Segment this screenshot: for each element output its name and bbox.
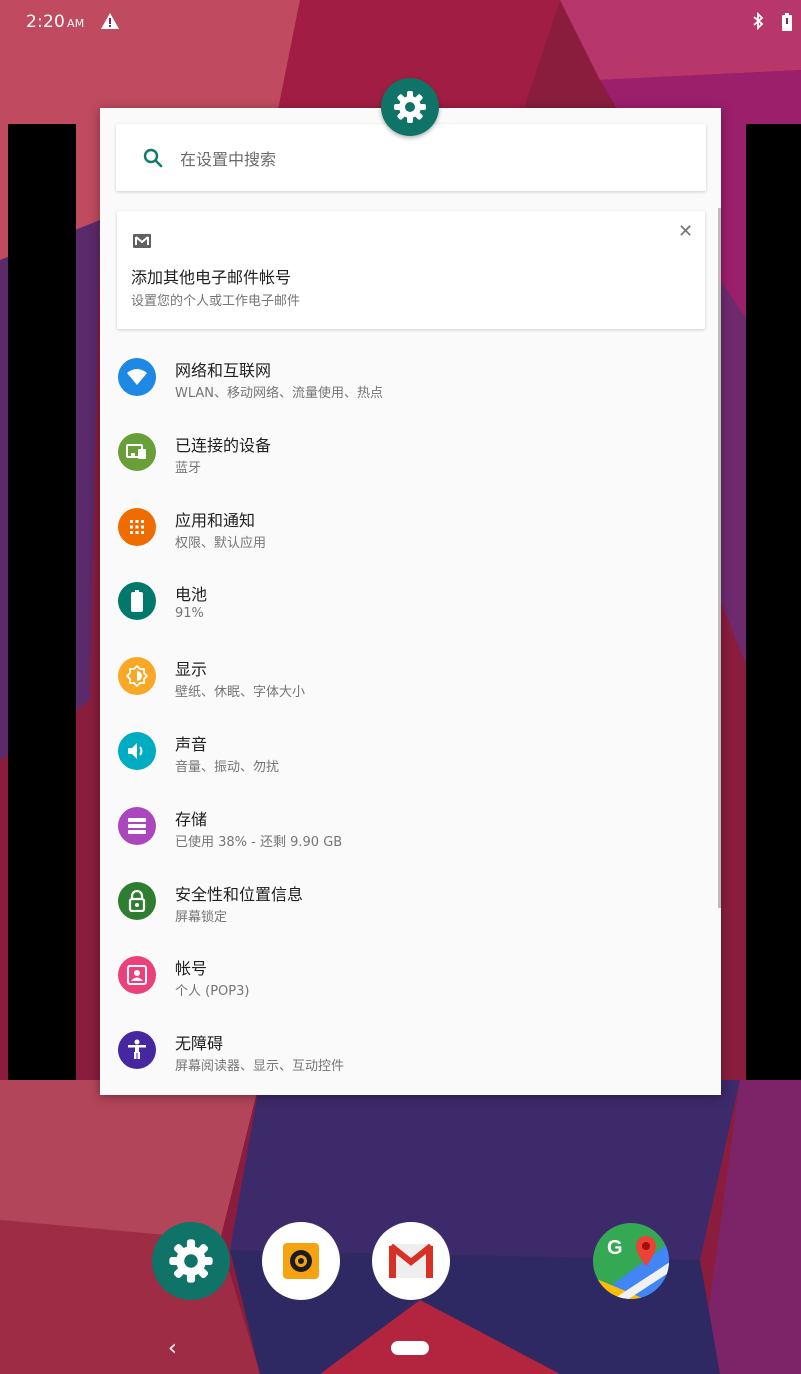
battery-icon [782,13,792,31]
gmail-app-icon[interactable] [372,1222,450,1300]
setting-label: 应用和通知 [175,510,256,530]
setting-summary: 蓝牙 [175,460,202,476]
suggestion-card[interactable]: ✕ 添加其他电子邮件帐号 设置您的个人或工作电子邮件 [117,211,705,329]
settings-item-connected-devices[interactable]: 已连接的设备 蓝牙 [100,413,721,488]
lock-icon [118,881,156,920]
recent-app-left-edge[interactable] [8,124,76,1080]
suggestion-title: 添加其他电子邮件帐号 [131,268,292,287]
setting-label: 无障碍 [175,1034,224,1054]
settings-recent-card[interactable]: 在设置中搜索 ✕ 添加其他电子邮件帐号 设置您的个人或工作电子邮件 网络和互联网… [100,108,721,1095]
settings-item-battery[interactable]: 电池 91% [100,562,721,637]
setting-summary: 壁纸、休眠、字体大小 [175,685,306,701]
settings-item-security[interactable]: 安全性和位置信息 屏幕锁定 [100,862,721,937]
account-icon [118,956,156,995]
settings-list: 网络和互联网 WLAN、移动网络、流量使用、热点 已连接的设备 蓝牙 应用和通知… [100,338,721,1086]
back-button[interactable]: ‹ [168,1336,177,1361]
status-time: 2:20 AM [26,12,85,32]
setting-summary: 屏幕锁定 [175,909,228,925]
settings-item-display[interactable]: 显示 壁纸、休眠、字体大小 [100,637,721,712]
setting-summary: 屏幕阅读器、显示、互动控件 [175,1059,345,1075]
settings-gear-icon[interactable] [381,78,439,136]
setting-label: 显示 [175,660,208,680]
mail-icon [133,234,151,248]
apps-icon [118,507,156,546]
status-bar: 2:20 AM [0,0,801,48]
suggestion-subtitle: 设置您的个人或工作电子邮件 [131,294,301,309]
setting-label: 声音 [175,734,208,754]
setting-summary: WLAN、移动网络、流量使用、热点 [175,386,384,401]
setting-label: 安全性和位置信息 [175,884,304,904]
close-icon[interactable]: ✕ [678,221,693,242]
settings-item-apps[interactable]: 应用和通知 权限、默认应用 [100,488,721,563]
setting-summary: 权限、默认应用 [175,535,267,551]
settings-item-storage[interactable]: 存储 已使用 38% - 还剩 9.90 GB [100,787,721,862]
setting-summary: 音量、振动、勿扰 [175,759,280,775]
maps-app-icon[interactable]: G [592,1222,670,1300]
recent-app-right-edge[interactable] [746,124,801,1080]
search-placeholder: 在设置中搜索 [180,149,277,169]
battery-icon [118,582,156,621]
setting-label: 帐号 [175,959,208,979]
settings-item-sound[interactable]: 声音 音量、振动、勿扰 [100,712,721,787]
setting-summary: 个人 (POP3) [175,984,250,1000]
accessibility-icon [118,1031,156,1070]
camera-app-icon[interactable] [262,1222,340,1300]
warning-icon [101,13,119,29]
search-icon [143,148,163,167]
svg-text:G: G [607,1237,623,1259]
setting-label: 存储 [175,809,208,829]
setting-summary: 91% [175,606,204,622]
settings-item-account[interactable]: 帐号 个人 (POP3) [100,936,721,1011]
settings-app-icon[interactable] [152,1222,230,1300]
volume-icon [118,731,156,770]
setting-label: 网络和互联网 [175,361,272,380]
bluetooth-icon [753,12,764,30]
setting-summary: 已使用 38% - 还剩 9.90 GB [175,834,343,850]
setting-label: 电池 [175,585,208,605]
settings-item-accessibility[interactable]: 无障碍 屏幕阅读器、显示、互动控件 [100,1011,721,1086]
setting-label: 已连接的设备 [175,435,272,455]
wifi-icon [118,358,156,396]
brightness-icon [118,657,156,696]
home-button[interactable] [391,1341,429,1355]
devices-icon [118,432,156,471]
storage-icon [118,806,156,845]
settings-item-network[interactable]: 网络和互联网 WLAN、移动网络、流量使用、热点 [100,338,721,413]
